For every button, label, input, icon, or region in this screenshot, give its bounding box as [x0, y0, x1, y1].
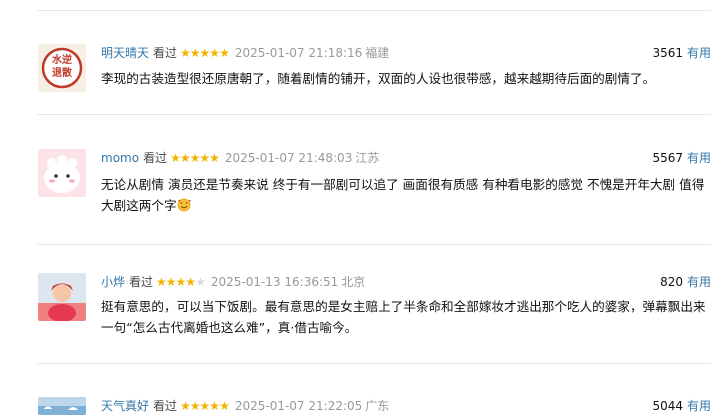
username-link[interactable]: momo: [101, 151, 139, 165]
avatar[interactable]: 水逆 退散: [38, 44, 86, 92]
vote-count: 820: [660, 275, 683, 289]
divider: [37, 114, 711, 115]
useful-button[interactable]: 有用: [687, 149, 711, 167]
avatar[interactable]: [38, 397, 86, 415]
avatar-image: [38, 397, 86, 415]
smiling-face-with-hearts-icon: [177, 198, 191, 212]
useful-button[interactable]: 有用: [687, 273, 711, 291]
watch-status: 看过: [153, 399, 178, 413]
comment-meta: 小烨 看过 ★★★★★ 2025-01-13 16:36:51 北京: [101, 273, 365, 291]
useful-button[interactable]: 有用: [687, 44, 711, 62]
comment-meta: momo 看过 ★★★★★ 2025-01-07 21:48:03 江苏: [101, 149, 379, 167]
avatar-image: [38, 149, 86, 197]
comment-item: 水逆 退散 明天晴天 看过 ★★★★★ 2025-01-07 21:18:16 福建 3…: [0, 44, 711, 114]
avatar-image: [38, 273, 86, 321]
username-link[interactable]: 天气真好: [101, 399, 149, 413]
comment-content: 无论从剧情 演员还是节奏来说 终于有一部剧可以追了 画面很有质感 有种看电影的感…: [101, 174, 711, 216]
comment-time: 2025-01-13 16:36:51: [210, 275, 339, 289]
comment-location: 江苏: [355, 151, 380, 165]
comment-content: 挺有意思的，可以当下饭剧。最有意思的是女主赔上了半条命和全部嫁妆才逃出那个吃人的…: [101, 299, 706, 335]
rating-stars: ★★★★★: [170, 151, 220, 165]
comment-content: 李现的古装造型很还原唐朝了，随着剧情的铺开，双面的人设也很带感，越来越期待后面的…: [101, 71, 656, 86]
watch-status: 看过: [153, 46, 178, 60]
comment-item: momo 看过 ★★★★★ 2025-01-07 21:48:03 江苏 5567 有用…: [0, 149, 711, 244]
vote-count: 5044: [652, 399, 683, 413]
comment-time: 2025-01-07 21:48:03: [224, 151, 353, 165]
comment-item: 天气真好 看过 ★★★★★ 2025-01-07 21:22:05 广东 5044 有用: [0, 397, 711, 415]
watch-status: 看过: [129, 275, 154, 289]
avatar[interactable]: [38, 149, 86, 197]
vote-count: 3561: [652, 46, 683, 60]
comment-time: 2025-01-07 21:22:05: [234, 399, 363, 413]
rating-stars: ★★★★★: [180, 399, 230, 413]
avatar-text-line1: 水逆: [52, 55, 72, 66]
comment-meta: 明天晴天 看过 ★★★★★ 2025-01-07 21:18:16 福建: [101, 44, 389, 62]
comment-meta: 天气真好 看过 ★★★★★ 2025-01-07 21:22:05 广东: [101, 397, 389, 415]
rating-stars: ★★★★★: [156, 275, 206, 289]
divider: [37, 10, 711, 11]
avatar[interactable]: [38, 273, 86, 321]
comment-location: 广东: [365, 399, 390, 413]
comment-text: 无论从剧情 演员还是节奏来说 终于有一部剧可以追了 画面很有质感 有种看电影的感…: [101, 177, 705, 213]
avatar-text-line2: 退散: [52, 68, 72, 79]
vote-count: 5567: [652, 151, 683, 165]
comment-time: 2025-01-07 21:18:16: [234, 46, 363, 60]
watch-status: 看过: [143, 151, 168, 165]
comment-location: 福建: [365, 46, 390, 60]
divider: [37, 363, 711, 364]
useful-button[interactable]: 有用: [687, 397, 711, 415]
username-link[interactable]: 明天晴天: [101, 46, 149, 60]
comment-item: 小烨 看过 ★★★★★ 2025-01-13 16:36:51 北京 820 有用 挺有…: [0, 273, 711, 363]
username-link[interactable]: 小烨: [101, 275, 125, 289]
divider: [37, 244, 711, 245]
rating-stars: ★★★★★: [180, 46, 230, 60]
comment-location: 北京: [341, 275, 366, 289]
